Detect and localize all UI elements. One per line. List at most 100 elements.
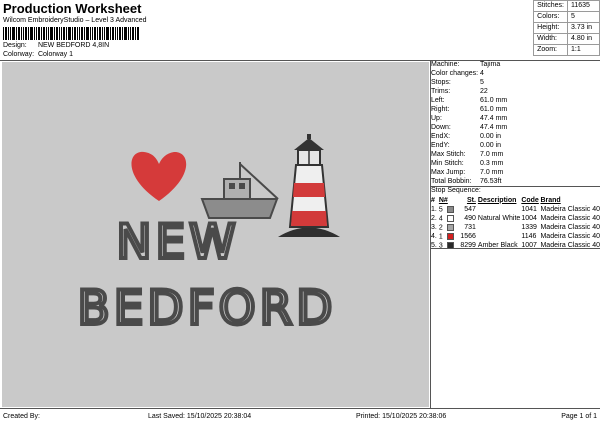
- needle-num: 5: [438, 206, 443, 214]
- col-header: Description: [477, 196, 517, 204]
- detail-label: Right:: [431, 106, 450, 113]
- detail-label: Color changes:: [431, 70, 479, 77]
- detail-value: 47.4 mm: [480, 115, 508, 122]
- col-header: #: [431, 196, 435, 204]
- design-row: Design: NEW BEDFORD 4,8IN: [3, 42, 109, 49]
- color-code: 1041: [521, 206, 537, 213]
- color-description: Natural White: [477, 215, 521, 222]
- detail-value: 61.0 mm: [480, 97, 508, 104]
- detail-value: 7.0 mm: [480, 169, 504, 176]
- detail-label: Trims:: [431, 88, 451, 95]
- summary-value: 11635: [567, 0, 600, 12]
- detail-value: 47.4 mm: [480, 124, 508, 131]
- detail-label: EndY:: [431, 142, 450, 149]
- color-description: [478, 223, 521, 232]
- design-value: NEW BEDFORD 4,8IN: [37, 42, 110, 49]
- needle-cell: 4: [439, 214, 460, 223]
- col-header: N#: [438, 196, 448, 204]
- color-description: [478, 205, 521, 214]
- detail-label: Machine:: [431, 61, 460, 68]
- detail-label: Stops:: [431, 79, 451, 86]
- stop-sequence-header: # N# St. Description Code Brand: [431, 195, 600, 205]
- thread-brand: Madeira Classic 40: [540, 233, 600, 240]
- needle-num: 4: [438, 215, 443, 223]
- detail-label: Up:: [431, 115, 442, 122]
- detail-label: Left:: [431, 97, 445, 104]
- detail-label: Total Bobbin:: [431, 178, 472, 185]
- details-panel: Machine: Tajima Color changes: 4 Stops: 5 T…: [430, 60, 600, 407]
- detail-value: 0.00 in: [480, 142, 502, 149]
- summary-label: Height:: [533, 22, 568, 34]
- footer-created-by: Created By:: [3, 413, 40, 420]
- colorway-label: Colorway:: [3, 51, 35, 58]
- detail-label: Max Stitch:: [431, 151, 466, 158]
- detail-value: 76.53ft: [480, 178, 502, 185]
- colorway-row: Colorway: Colorway 1: [3, 51, 73, 58]
- detail-value: 22: [480, 88, 488, 95]
- summary-row-zoom: Zoom: 1:1: [533, 44, 600, 56]
- thread-brand: Madeira Classic 40: [540, 206, 600, 213]
- table-row: 2. 4 490 Natural White 1004 Madeira Clas…: [431, 214, 600, 223]
- summary-row-colors: Colors: 5: [533, 11, 600, 23]
- table-row: 3. 2 731 1339 Madeira Classic 40: [431, 223, 600, 232]
- detail-value: 0.00 in: [480, 133, 502, 140]
- color-swatch: [446, 205, 454, 213]
- summary-label: Stitches:: [533, 0, 568, 12]
- stop-num: 2.: [431, 215, 437, 222]
- colorway-value: Colorway 1: [37, 51, 73, 58]
- thread-brand: Madeira Classic 40: [540, 224, 600, 231]
- detail-value: Tajima: [480, 61, 501, 68]
- barcode: [3, 27, 139, 40]
- design-label: Design:: [3, 42, 27, 49]
- color-description: [478, 232, 521, 241]
- summary-value: 1:1: [567, 44, 600, 56]
- summary-label: Zoom:: [533, 44, 568, 56]
- needle-cell: 1: [439, 232, 460, 241]
- detail-label: Max Jump:: [431, 169, 466, 176]
- footer-last-saved: Last Saved: 15/10/2025 20:38:04: [148, 413, 252, 420]
- color-code: 1339: [521, 224, 537, 231]
- stitch-count: 490: [464, 215, 476, 222]
- stitch-count: 731: [464, 224, 476, 231]
- software-subtitle: Wilcom EmbroideryStudio – Level 3 Advanc…: [3, 17, 147, 24]
- detail-value: 0.3 mm: [480, 160, 504, 167]
- table-row: 4. 1 1566 1146 Madeira Classic 40: [431, 232, 600, 241]
- stop-sequence-bottom-line: [430, 248, 600, 249]
- stop-num: 3.: [431, 224, 437, 231]
- footer: Created By: Last Saved: 15/10/2025 20:38…: [0, 408, 600, 424]
- color-swatch: [446, 214, 454, 222]
- design-preview: NEW BEDFORD: [2, 62, 429, 407]
- col-header: St.: [466, 196, 476, 204]
- table-row: 1. 5 547 1041 Madeira Classic 40: [431, 205, 600, 214]
- stitch-count: 1566: [460, 233, 476, 240]
- detail-value: 61.0 mm: [480, 106, 508, 113]
- design-artwork: NEW BEDFORD: [75, 134, 340, 338]
- stop-sequence-table: # N# St. Description Code Brand 1. 5 547…: [431, 195, 600, 250]
- thread-brand: Madeira Classic 40: [540, 215, 600, 222]
- needle-num: 1: [438, 233, 443, 241]
- color-swatch: [446, 223, 454, 231]
- detail-value: 7.0 mm: [480, 151, 504, 158]
- lighthouse-icon: [278, 134, 340, 237]
- stitch-count: 547: [464, 206, 476, 213]
- summary-label: Colors:: [533, 11, 568, 23]
- page-title: Production Worksheet: [3, 1, 142, 16]
- needle-num: 2: [438, 224, 443, 232]
- needle-cell: 5: [439, 205, 460, 214]
- needle-cell: 2: [439, 223, 460, 232]
- col-header: Code: [521, 196, 539, 204]
- footer-page-number: Page 1 of 1: [561, 413, 597, 420]
- color-code: 1004: [521, 215, 537, 222]
- footer-printed: Printed: 15/10/2025 20:38:06: [356, 413, 447, 420]
- color-code: 1146: [521, 233, 537, 240]
- design-text-new: NEW: [116, 215, 239, 270]
- summary-table: Stitches: 11635 Colors: 5 Height: 3.73 in W…: [533, 0, 600, 56]
- stop-num: 4.: [431, 233, 437, 240]
- summary-row-stitches: Stitches: 11635: [533, 0, 600, 12]
- color-swatch: [446, 232, 454, 240]
- detail-value: 4: [480, 70, 484, 77]
- design-text-bedford: BEDFORD: [77, 281, 336, 336]
- summary-row-height: Height: 3.73 in: [533, 22, 600, 34]
- col-header: Brand: [540, 196, 561, 204]
- boat-icon: [200, 162, 279, 219]
